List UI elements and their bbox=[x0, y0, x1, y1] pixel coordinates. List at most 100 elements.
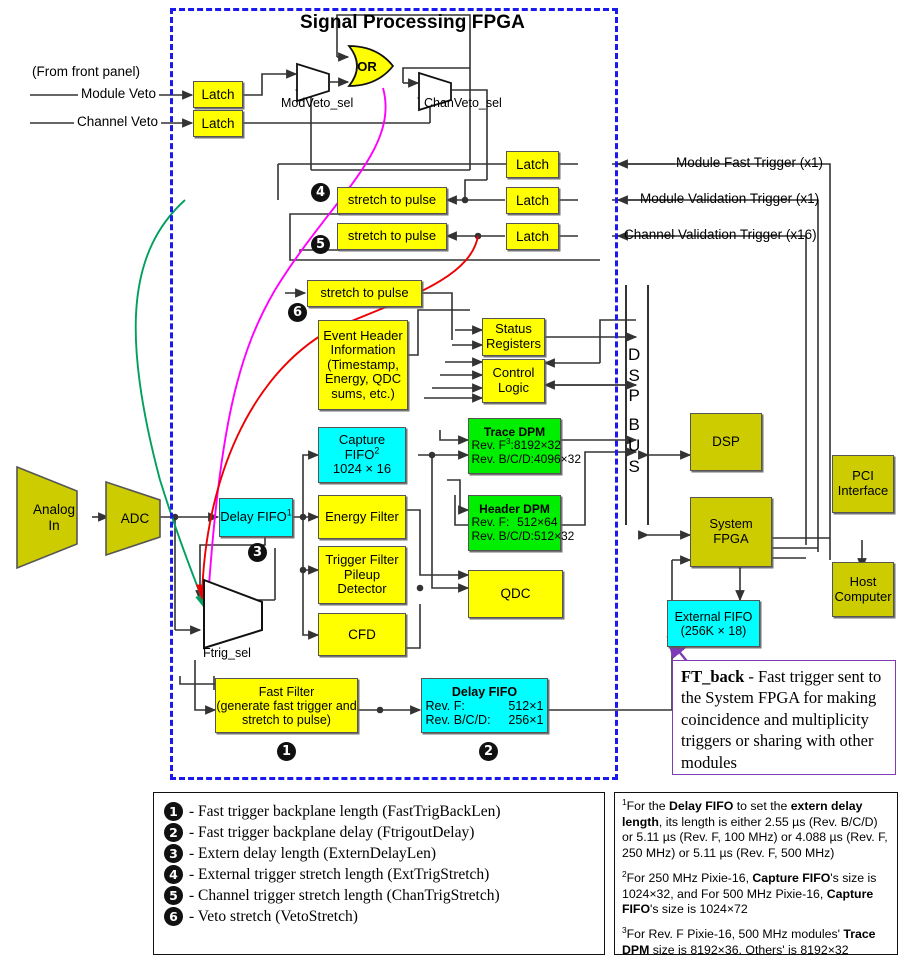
ef-line1: Energy Filter bbox=[325, 508, 399, 524]
dfo-row2-label: Rev. B/C/D: bbox=[425, 712, 491, 727]
legend-text-2: - Fast trigger backplane delay (Ftrigout… bbox=[189, 823, 475, 841]
bullet-6: 6 bbox=[288, 303, 307, 322]
footnotes-box: 1For the Delay FIFO to set the extern de… bbox=[614, 792, 898, 958]
bus-char-s: S bbox=[628, 365, 640, 385]
bus-char-d: D bbox=[628, 345, 641, 364]
stretch-to-pulse-channel-trigger[interactable]: stretch to pulse bbox=[337, 223, 447, 250]
analog-in-line1: Analog bbox=[32, 502, 76, 518]
bullet-1: 1 bbox=[277, 742, 296, 761]
ftback-note: FT_back - Fast trigger sent to the Syste… bbox=[672, 660, 896, 775]
cf-line2-text: FIFO bbox=[344, 446, 375, 462]
status-registers-block: Status Registers bbox=[482, 318, 545, 356]
trace-dpm-row2: Rev. B/C/D: 4096×32 bbox=[472, 452, 582, 466]
footnote-1-p2: to set the bbox=[733, 799, 791, 813]
pci-line2: Interface bbox=[837, 483, 889, 498]
stretch-to-pulse-external-trigger[interactable]: stretch to pulse bbox=[337, 187, 447, 214]
delay-fifo-in-sup: 1 bbox=[286, 507, 292, 518]
energy-filter-block: Energy Filter bbox=[318, 495, 406, 539]
dsp-line1: DSP bbox=[712, 434, 740, 450]
legend-text-5: - Channel trigger stretch length (ChanTr… bbox=[189, 886, 500, 904]
bullet-3: 3 bbox=[248, 543, 267, 562]
module-validation-trigger-label: Module Validation Trigger (x1) bbox=[640, 191, 820, 206]
legend-item-4: 4 - External trigger stretch length (Ext… bbox=[164, 865, 594, 884]
legend-text-3: - Extern delay length (ExternDelayLen) bbox=[189, 844, 437, 862]
host-line2: Computer bbox=[834, 588, 892, 604]
ftrig-sel-mux[interactable] bbox=[202, 578, 267, 650]
footnote-2-p0: For 250 MHz Pixie-16, bbox=[626, 870, 753, 885]
legend-bullet-3: 3 bbox=[164, 844, 183, 863]
external-fifo-block: External FIFO (256K × 18) bbox=[667, 600, 760, 647]
header-dpm-title: Header DPM bbox=[479, 501, 550, 516]
analog-in-block: Analog In bbox=[15, 465, 93, 570]
tf-line2: Pileup bbox=[343, 566, 381, 582]
channel-veto-label: Channel Veto bbox=[74, 114, 162, 129]
latch-label: Latch bbox=[515, 192, 550, 208]
ftback-term: FT_back bbox=[681, 667, 745, 686]
legend-item-5: 5 - Channel trigger stretch length (Chan… bbox=[164, 886, 594, 905]
ftrig-sel-label: Ftrig_sel bbox=[203, 646, 251, 660]
stretch-to-pulse-veto[interactable]: stretch to pulse bbox=[307, 280, 422, 307]
footnote-2-p4: 's size is 1024×72 bbox=[650, 902, 748, 917]
eh-line3: (Timestamp, bbox=[327, 356, 399, 372]
analog-in-text: Analog In bbox=[15, 465, 109, 570]
header-dpm-block: Header DPM Rev. F: 512×64 Rev. B/C/D: 51… bbox=[468, 495, 575, 551]
legend-text-4: - External trigger stretch length (ExtTr… bbox=[189, 865, 490, 883]
legend-item-1: 1 - Fast trigger backplane length (FastT… bbox=[164, 802, 594, 821]
event-header-information-block: Event Header Information (Timestamp, Ene… bbox=[318, 320, 408, 410]
tf-line3: Detector bbox=[337, 581, 387, 597]
sf-line1: System bbox=[709, 516, 753, 532]
adc-block: ADC bbox=[104, 480, 166, 557]
legend-bullet-5: 5 bbox=[164, 886, 183, 905]
dfo-row2-value: 256×1 bbox=[508, 712, 544, 727]
module-fast-trigger-label: Module Fast Trigger (x1) bbox=[676, 155, 824, 170]
legend-item-6: 6 - Veto stretch (VetoStretch) bbox=[164, 907, 594, 926]
sr-line2: Registers bbox=[486, 336, 541, 351]
legend-bullet-1: 1 bbox=[164, 802, 183, 821]
sr-line1: Status bbox=[495, 321, 532, 337]
diagram-canvas: Signal Processing FPGA (From front panel… bbox=[0, 0, 903, 963]
legend-item-3: 3 - Extern delay length (ExternDelayLen) bbox=[164, 844, 594, 863]
bullet-4: 4 bbox=[311, 183, 330, 202]
footnote-1-p4: , its length is either 2.55 µs (Rev. B/C… bbox=[622, 814, 888, 861]
latch-channel-veto[interactable]: Latch bbox=[193, 110, 243, 137]
pci-line1: PCI bbox=[852, 468, 874, 484]
cf-line2: FIFO2 bbox=[344, 446, 380, 463]
latch-channel-validation-trigger[interactable]: Latch bbox=[506, 223, 559, 250]
legend-text-6: - Veto stretch (VetoStretch) bbox=[189, 907, 358, 925]
tf-line1: Trigger Filter bbox=[325, 552, 399, 568]
or-gate: OR bbox=[347, 44, 395, 88]
dfo-row1-label: Rev. F: bbox=[425, 698, 465, 713]
latch-label: Latch bbox=[515, 228, 550, 244]
trace-dpm-block: Trace DPM Rev. F3: 8192×32 Rev. B/C/D: 4… bbox=[468, 418, 582, 474]
ff-line1: Fast Filter bbox=[258, 684, 315, 699]
qdc-line1: QDC bbox=[500, 586, 531, 602]
cl-line1: Control bbox=[492, 365, 535, 381]
delay-fifo-input-block: Delay FIFO1 bbox=[219, 498, 293, 537]
host-computer-block: Host Computer bbox=[832, 562, 894, 617]
legend-bullet-6: 6 bbox=[164, 907, 183, 926]
trace-dpm-sup: 3 bbox=[505, 437, 511, 447]
adc-text: ADC bbox=[104, 480, 176, 557]
latch-module-veto[interactable]: Latch bbox=[193, 81, 243, 108]
latch-label: Latch bbox=[201, 115, 235, 131]
trace-dpm-row1-label-text: Rev. F bbox=[471, 438, 506, 453]
adc-line1: ADC bbox=[120, 510, 150, 526]
header-dpm-row2-value: 512×32 bbox=[533, 528, 575, 543]
bus-char-b: B bbox=[628, 415, 640, 435]
cf-line3: 1024 × 16 bbox=[332, 461, 392, 477]
latch-module-validation-trigger[interactable]: Latch bbox=[506, 187, 559, 214]
stretch-label: stretch to pulse bbox=[320, 285, 409, 301]
delay-fifo-output-block: Delay FIFO Rev. F: 512×1 Rev. B/C/D: 256… bbox=[421, 678, 548, 733]
latch-module-fast-trigger[interactable]: Latch bbox=[506, 151, 559, 178]
legend-bullet-4: 4 bbox=[164, 865, 183, 884]
header-dpm-row2: Rev. B/C/D: 512×32 bbox=[472, 529, 575, 543]
dfo-row1: Rev. F: 512×1 bbox=[426, 699, 544, 713]
footnote-2-p1: Capture FIFO bbox=[752, 870, 831, 885]
extf-line1: External FIFO bbox=[674, 609, 753, 624]
footnote-3: 3For Rev. F Pixie-16, 500 MHz modules' T… bbox=[622, 926, 890, 958]
fast-filter-block: Fast Filter (generate fast trigger and s… bbox=[215, 678, 358, 733]
bus-char-p: P bbox=[628, 386, 640, 406]
extf-line2: (256K × 18) bbox=[680, 623, 747, 638]
pci-interface-block: PCI Interface bbox=[832, 455, 894, 513]
trace-dpm-row2-value: 4096×32 bbox=[533, 451, 582, 466]
